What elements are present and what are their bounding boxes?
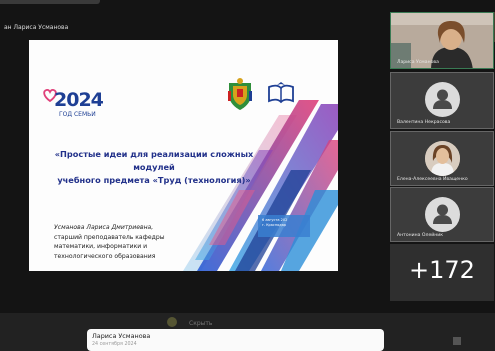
participant-photo (425, 141, 460, 176)
slide-title-line-2: учебного предмета «Труд (технология)» (57, 175, 251, 185)
avatar (425, 82, 460, 117)
toast-name: Лариса Усманова (92, 332, 151, 340)
author-department-2: технологического образования (54, 252, 156, 260)
participant-name: Антонина Олейник (397, 233, 444, 238)
presenter-label: ан Лариса Усманова (4, 24, 69, 31)
slide-date: 6 августа 202 г. Краснодар (262, 218, 287, 227)
toast-date: 24 сентября 2024 (92, 342, 137, 347)
coat-of-arms-icon (228, 78, 252, 110)
avatar (425, 141, 460, 176)
more-participants-count[interactable]: +172 (390, 256, 494, 284)
reaction-icon[interactable] (167, 317, 177, 327)
participant-name: Елена-Алексеевна Иващенко (397, 177, 468, 182)
toolbar-ghost-label[interactable]: Скрыть (189, 320, 212, 327)
participant-name: Валентина Некрасова (397, 120, 451, 125)
person-icon (433, 204, 452, 224)
slide-title: «Простые идеи для реализации сложных мод… (35, 148, 273, 187)
participant-tile[interactable]: Валентина Некрасова (390, 72, 494, 129)
avatar (425, 197, 460, 232)
author-position: старший преподаватель кафедры (54, 233, 165, 241)
slide-date-line-1: 6 августа 202 (262, 218, 288, 222)
settings-icon[interactable] (453, 337, 461, 345)
participant-tile[interactable]: Антонина Олейник (390, 187, 494, 242)
logo-year: 2024 (54, 89, 104, 111)
logo-subtitle: ГОД СЕМЬИ (59, 111, 96, 118)
person-icon (433, 89, 452, 109)
slide-title-line-1: «Простые идеи для реализации сложных мод… (54, 149, 254, 172)
slide-date-line-2: г. Краснодар (262, 222, 287, 227)
author-info: Усманова Лариса Дмитриевна, старший преп… (54, 223, 194, 261)
book-icon (268, 82, 294, 104)
participant-tile[interactable]: Лариса Усманова (390, 12, 494, 69)
author-department: математики, информатики и (54, 243, 148, 251)
author-name: Усманова Лариса Дмитриевна, (54, 224, 154, 231)
participant-tile[interactable]: Елена-Алексеевна Иващенко (390, 131, 494, 186)
window-top-edge (0, 0, 100, 4)
participant-name: Лариса Усманова (397, 60, 439, 65)
shared-slide: 2024 ГОД СЕМЬИ «Простые идеи для реализа… (29, 40, 338, 271)
